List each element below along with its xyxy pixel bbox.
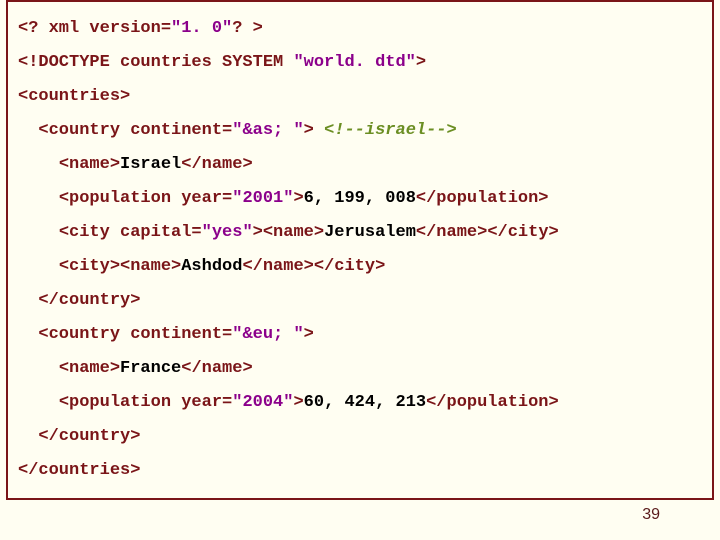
code-tag: </name> [181,155,252,174]
code-indent [18,223,59,242]
code-tag: <country continent= [38,121,232,140]
code-box: <? xml version="1. 0"? > <!DOCTYPE count… [6,0,714,500]
code-tag: <population year= [59,189,232,208]
code-attr: "yes" [202,223,253,242]
code-tag: <city capital= [59,223,202,242]
code-tag: <!DOCTYPE countries SYSTEM [18,53,293,72]
code-tag: </name></city> [416,223,559,242]
code-line-4: <name>Israel</name> [16,148,704,182]
code-tag: </country> [38,291,140,310]
code-tag: </country> [38,427,140,446]
code-line-7: <city><name>Ashdod</name></city> [16,250,704,284]
code-tag: <country continent= [38,325,232,344]
code-tag: <name> [59,359,120,378]
code-indent [18,427,38,446]
code-tag: <city><name> [59,257,181,276]
code-indent [18,121,38,140]
code-text: France [120,359,181,378]
code-tag: > [304,121,324,140]
code-tag: ><name> [253,223,324,242]
code-tag: <? xml version= [18,19,171,38]
code-attr: "1. 0" [171,19,232,38]
code-tag: </population> [426,393,559,412]
code-indent [18,189,59,208]
code-line-5: <population year="2001">6, 199, 008</pop… [16,182,704,216]
code-attr: "2004" [232,393,293,412]
code-tag: </name> [181,359,252,378]
code-tag: </name></city> [242,257,385,276]
code-line-10: <name>France</name> [16,352,704,386]
code-attr: "&as; " [232,121,303,140]
code-tag: > [416,53,426,72]
code-tag: > [293,189,303,208]
code-line-11: <population year="2004">60, 424, 213</po… [16,386,704,420]
code-tag: <population year= [59,393,232,412]
code-tag: <countries> [18,87,130,106]
code-attr: "world. dtd" [293,53,415,72]
code-indent [18,393,59,412]
code-text: Jerusalem [324,223,416,242]
code-text: Israel [120,155,181,174]
slide: <? xml version="1. 0"? > <!DOCTYPE count… [0,0,720,540]
code-tag: </population> [416,189,549,208]
code-line-8: </country> [16,284,704,318]
code-tag: ? > [232,19,263,38]
code-tag: </countries> [18,461,140,480]
code-text: 60, 424, 213 [304,393,426,412]
code-line-13: </countries> [16,454,704,488]
code-tag: > [304,325,314,344]
code-line-1: <!DOCTYPE countries SYSTEM "world. dtd"> [16,46,704,80]
page-number: 39 [642,506,660,524]
code-attr: "2001" [232,189,293,208]
code-indent [18,257,59,276]
code-indent [18,359,59,378]
code-indent [18,291,38,310]
code-tag: <name> [59,155,120,174]
code-line-2: <countries> [16,80,704,114]
code-line-6: <city capital="yes"><name>Jerusalem</nam… [16,216,704,250]
code-text: Ashdod [181,257,242,276]
code-tag: > [293,393,303,412]
code-attr: "&eu; " [232,325,303,344]
code-line-12: </country> [16,420,704,454]
code-indent [18,155,59,174]
code-text: 6, 199, 008 [304,189,416,208]
code-indent [18,325,38,344]
code-comment: <!--israel--> [324,121,457,140]
code-line-9: <country continent="&eu; "> [16,318,704,352]
code-line-3: <country continent="&as; "> <!--israel--… [16,114,704,148]
code-line-0: <? xml version="1. 0"? > [16,12,704,46]
